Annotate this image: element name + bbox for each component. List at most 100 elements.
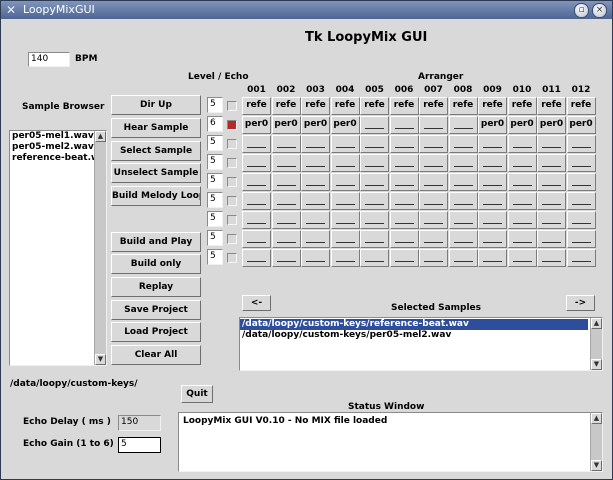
arranger-cell[interactable]: per0 — [537, 116, 566, 134]
arranger-cell[interactable] — [478, 211, 507, 229]
scroll-down-icon[interactable]: ▼ — [95, 354, 106, 365]
arranger-cell[interactable] — [537, 192, 566, 210]
close-button[interactable]: × — [592, 3, 607, 18]
arranger-cell[interactable] — [242, 230, 271, 248]
arranger-cell[interactable] — [537, 154, 566, 172]
arranger-cell[interactable] — [242, 173, 271, 191]
echo-checkbox[interactable] — [227, 139, 237, 149]
level-input[interactable]: 5 — [207, 192, 223, 208]
load-project-button[interactable]: Load Project — [111, 322, 201, 342]
replay-button[interactable]: Replay — [111, 277, 201, 297]
arranger-cell[interactable]: refe — [242, 97, 271, 115]
echo-checkbox[interactable] — [227, 120, 237, 130]
arranger-cell[interactable] — [330, 154, 360, 172]
arranger-cell[interactable] — [271, 154, 301, 172]
build-and-play-button[interactable]: Build and Play — [111, 232, 201, 252]
arranger-cell[interactable] — [478, 154, 507, 172]
arranger-cell[interactable]: refe — [301, 97, 330, 115]
arranger-cell[interactable] — [566, 249, 596, 267]
arranger-cell[interactable] — [448, 192, 478, 210]
arranger-cell[interactable] — [330, 249, 360, 267]
arranger-cell[interactable] — [448, 211, 478, 229]
arranger-cell[interactable] — [360, 116, 389, 134]
minimize-button[interactable]: ▫ — [574, 3, 589, 18]
arranger-cell[interactable] — [478, 192, 507, 210]
arranger-cell[interactable] — [566, 211, 596, 229]
arranger-cell[interactable] — [360, 154, 389, 172]
arranger-cell[interactable] — [537, 249, 566, 267]
level-input[interactable]: 5 — [207, 249, 223, 265]
arranger-cell[interactable]: refe — [566, 97, 596, 115]
arranger-cell[interactable]: per0 — [507, 116, 537, 134]
clear-all-button[interactable]: Clear All — [111, 345, 201, 365]
arranger-scroll-left-button[interactable]: <- — [242, 295, 271, 311]
arranger-cell[interactable] — [566, 135, 596, 153]
arranger-cell[interactable]: per0 — [242, 116, 271, 134]
level-input[interactable]: 5 — [207, 97, 223, 113]
arranger-cell[interactable] — [478, 173, 507, 191]
arranger-cell[interactable] — [566, 154, 596, 172]
level-input[interactable]: 6 — [207, 116, 223, 132]
arranger-cell[interactable] — [507, 249, 537, 267]
arranger-cell[interactable] — [301, 249, 330, 267]
arranger-cell[interactable] — [448, 249, 478, 267]
echo-checkbox[interactable] — [227, 196, 237, 206]
arranger-cell[interactable] — [566, 192, 596, 210]
arranger-cell[interactable] — [537, 230, 566, 248]
arranger-cell[interactable]: per0 — [301, 116, 330, 134]
unselect-sample-button[interactable]: Unselect Sample — [111, 163, 201, 183]
echo-gain-input[interactable]: 5 — [118, 437, 161, 453]
arranger-cell[interactable] — [242, 154, 271, 172]
scroll-up-icon[interactable]: ▲ — [591, 318, 602, 329]
arranger-cell[interactable] — [360, 173, 389, 191]
select-sample-button[interactable]: Select Sample — [111, 141, 201, 161]
arranger-cell[interactable] — [419, 116, 448, 134]
scroll-down-icon[interactable]: ▼ — [591, 460, 602, 471]
arranger-cell[interactable]: refe — [507, 97, 537, 115]
arranger-cell[interactable] — [330, 211, 360, 229]
arranger-cell[interactable] — [478, 249, 507, 267]
selected-samples-list[interactable]: /data/loopy/custom-keys/reference-beat.w… — [239, 317, 603, 371]
arranger-cell[interactable] — [360, 249, 389, 267]
arranger-cell[interactable] — [389, 154, 419, 172]
level-input[interactable]: 5 — [207, 154, 223, 170]
sample-browser-item[interactable]: per05-mel1.wav — [10, 131, 106, 142]
scroll-down-icon[interactable]: ▼ — [591, 359, 602, 370]
arranger-cell[interactable] — [478, 135, 507, 153]
echo-delay-input[interactable]: 150 — [118, 415, 161, 431]
arranger-cell[interactable] — [419, 154, 448, 172]
arranger-cell[interactable] — [448, 173, 478, 191]
sample-browser-scrollbar[interactable]: ▲ ▼ — [94, 131, 106, 365]
echo-checkbox[interactable] — [227, 253, 237, 263]
status-scrollbar[interactable]: ▲ ▼ — [590, 413, 602, 471]
arranger-cell[interactable] — [330, 173, 360, 191]
arranger-cell[interactable] — [507, 135, 537, 153]
arranger-cell[interactable] — [507, 211, 537, 229]
arranger-cell[interactable] — [389, 173, 419, 191]
dir-up-button[interactable]: Dir Up — [111, 95, 201, 115]
build-only-button[interactable]: Build only — [111, 254, 201, 274]
arranger-cell[interactable] — [271, 211, 301, 229]
arranger-cell[interactable] — [507, 230, 537, 248]
arranger-cell[interactable]: refe — [419, 97, 448, 115]
arranger-cell[interactable]: per0 — [271, 116, 301, 134]
arranger-cell[interactable] — [301, 173, 330, 191]
arranger-cell[interactable] — [360, 211, 389, 229]
arranger-cell[interactable] — [271, 173, 301, 191]
arranger-cell[interactable] — [566, 173, 596, 191]
level-input[interactable]: 5 — [207, 211, 223, 227]
echo-checkbox[interactable] — [227, 158, 237, 168]
quit-button[interactable]: Quit — [181, 385, 213, 403]
level-input[interactable]: 5 — [207, 173, 223, 189]
arranger-cell[interactable] — [301, 192, 330, 210]
arranger-cell[interactable] — [389, 192, 419, 210]
hear-sample-button[interactable]: Hear Sample — [111, 118, 201, 138]
level-input[interactable]: 5 — [207, 135, 223, 151]
arranger-cell[interactable] — [389, 116, 419, 134]
arranger-cell[interactable] — [478, 230, 507, 248]
arranger-cell[interactable] — [448, 154, 478, 172]
title-bar[interactable]: ✕ LoopyMixGUI ▫ × — [1, 1, 612, 19]
arranger-cell[interactable] — [419, 135, 448, 153]
arranger-cell[interactable]: refe — [389, 97, 419, 115]
build-melody-loop-button[interactable]: Build Melody Loop — [111, 186, 201, 206]
